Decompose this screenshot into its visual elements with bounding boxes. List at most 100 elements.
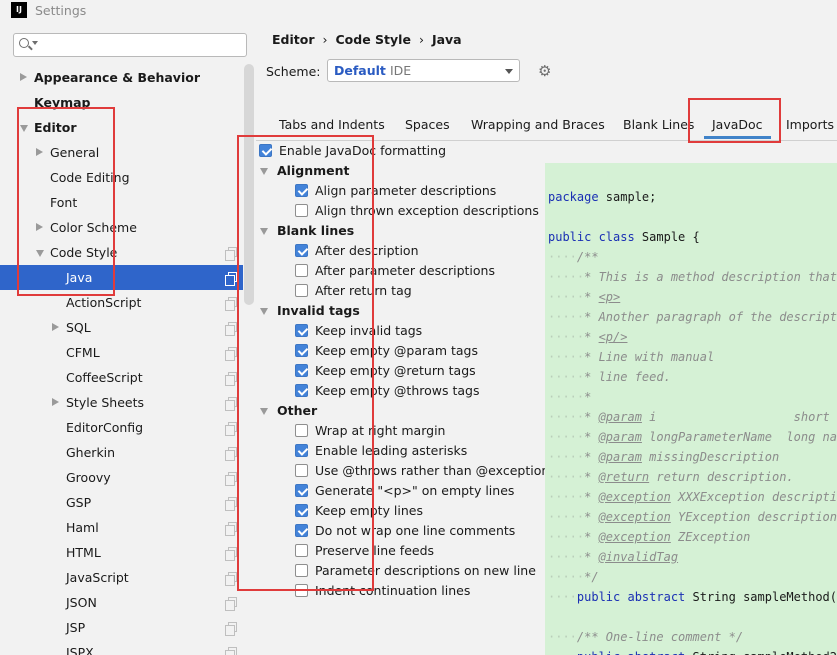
- sidebar-item-gherkin[interactable]: Gherkin: [0, 440, 243, 465]
- code-line: ·····*/: [548, 567, 599, 587]
- code-token: @invalidTag: [598, 550, 679, 564]
- code-token: ·····: [548, 410, 585, 424]
- intellij-app-icon: IJ: [11, 2, 27, 18]
- project-scope-icon: [225, 647, 237, 655]
- code-line: ·····* Another paragraph of the descript…: [548, 307, 837, 327]
- project-scope-icon: [225, 397, 237, 411]
- sidebar-item-haml[interactable]: Haml: [0, 515, 243, 540]
- code-token: @exception: [598, 510, 671, 524]
- tab-blank-lines[interactable]: Blank Lines: [623, 117, 694, 132]
- code-token: /** One-line comment */: [576, 630, 744, 644]
- sidebar-item-editorconfig[interactable]: EditorConfig: [0, 415, 243, 440]
- annotation-box-javadoc-tab: [688, 98, 781, 143]
- code-token: ·····: [548, 490, 585, 504]
- sidebar-item-label: Haml: [66, 520, 99, 535]
- code-line: ·····* @param longParameterName long nam…: [548, 427, 837, 447]
- sidebar-item-label: CFML: [66, 345, 100, 360]
- sidebar-item-coffeescript[interactable]: CoffeeScript: [0, 365, 243, 390]
- breadcrumb-java[interactable]: Java: [432, 32, 462, 47]
- code-line: ·····* @param i short nam: [548, 407, 837, 427]
- settings-search-input[interactable]: [13, 33, 247, 57]
- sidebar-item-json[interactable]: JSON: [0, 590, 243, 615]
- search-history-dropdown-icon[interactable]: [32, 41, 38, 45]
- code-line: ·····* @param missingDescription: [548, 447, 779, 467]
- scheme-value-suffix: IDE: [390, 63, 412, 78]
- code-token: Sample {: [634, 230, 700, 244]
- code-token: package: [548, 190, 599, 204]
- chevron-right-icon[interactable]: [52, 398, 59, 406]
- tab-tabs-and-indents[interactable]: Tabs and Indents: [279, 117, 385, 132]
- tab-wrapping-and-braces[interactable]: Wrapping and Braces: [471, 117, 605, 132]
- sidebar-item-style-sheets[interactable]: Style Sheets: [0, 390, 243, 415]
- project-scope-icon: [225, 322, 237, 336]
- breadcrumb-separator: ›: [418, 32, 424, 47]
- project-scope-icon: [225, 372, 237, 386]
- sidebar-item-label: JSPX: [66, 645, 94, 655]
- code-line: ·····* <p/>: [548, 327, 627, 347]
- code-token: @param: [598, 410, 642, 424]
- tab-imports[interactable]: Imports: [786, 117, 834, 132]
- code-line: ·····* <p>: [548, 287, 620, 307]
- code-token: ····: [548, 590, 577, 604]
- code-token: *: [584, 490, 599, 504]
- code-token: public abstract: [577, 650, 685, 655]
- code-line: ·····*: [548, 387, 591, 407]
- code-token: String sampleMethod2(): [685, 650, 837, 655]
- code-preview: package sample; public class Sample {····…: [545, 163, 837, 655]
- code-token: @return: [598, 470, 650, 484]
- sidebar-item-html[interactable]: HTML: [0, 540, 243, 565]
- scheme-value: Default: [334, 63, 386, 78]
- search-icon: [19, 38, 29, 48]
- code-token: *: [584, 390, 592, 404]
- code-token: <p>: [598, 290, 621, 304]
- code-token: *: [584, 530, 599, 544]
- code-token: ·····: [548, 390, 585, 404]
- code-token: ····: [548, 650, 577, 655]
- breadcrumb-editor[interactable]: Editor: [272, 32, 315, 47]
- project-scope-icon: [225, 422, 237, 436]
- sidebar-item-jsp[interactable]: JSP: [0, 615, 243, 640]
- code-token: <p/>: [598, 330, 628, 344]
- code-token: @exception: [598, 490, 671, 504]
- sidebar-item-sql[interactable]: SQL: [0, 315, 243, 340]
- code-token: *: [584, 290, 599, 304]
- chevron-right-icon[interactable]: [20, 73, 27, 81]
- breadcrumb-code-style[interactable]: Code Style: [336, 32, 411, 47]
- code-line: ·····* @return return description.: [548, 467, 794, 487]
- tab-spaces[interactable]: Spaces: [405, 117, 450, 132]
- sidebar-item-appearance-behavior[interactable]: Appearance & Behavior: [0, 65, 243, 90]
- sidebar-item-label: JavaScript: [66, 570, 129, 585]
- annotation-box-options: [237, 135, 374, 591]
- project-scope-icon: [225, 272, 237, 286]
- code-token: *: [584, 470, 599, 484]
- code-token: @param: [598, 450, 642, 464]
- code-line: ····/** One-line comment */: [548, 627, 743, 647]
- code-token: String sampleMethod(in: [685, 590, 837, 604]
- sidebar-item-jspx[interactable]: JSPX: [0, 640, 243, 655]
- code-token: public abstract: [576, 590, 686, 604]
- sidebar-item-groovy[interactable]: Groovy: [0, 465, 243, 490]
- chevron-right-icon[interactable]: [52, 323, 59, 331]
- code-token: ····: [548, 630, 577, 644]
- sidebar-item-cfml[interactable]: CFML: [0, 340, 243, 365]
- gear-icon[interactable]: ⚙: [538, 64, 552, 79]
- sidebar-item-label: GSP: [66, 495, 92, 510]
- code-token: @param: [598, 430, 642, 444]
- code-token: ·····: [548, 330, 585, 344]
- code-line: ·····* This is a method description that…: [548, 267, 837, 287]
- code-token: longParameterName long name: [641, 430, 837, 444]
- scheme-dropdown[interactable]: Default IDE: [327, 59, 520, 82]
- project-scope-icon: [225, 547, 237, 561]
- project-scope-icon: [225, 297, 237, 311]
- sidebar-item-javascript[interactable]: JavaScript: [0, 565, 243, 590]
- sidebar-item-gsp[interactable]: GSP: [0, 490, 243, 515]
- project-scope-icon: [225, 522, 237, 536]
- code-token: ·····: [548, 530, 585, 544]
- project-scope-icon: [225, 247, 237, 261]
- code-line: ·····* Line with manual: [548, 347, 714, 367]
- code-token: *: [584, 510, 599, 524]
- code-token: return description.: [649, 470, 794, 484]
- chevron-down-icon: [505, 69, 513, 74]
- code-token: */: [584, 570, 599, 584]
- code-token: ·····: [548, 470, 585, 484]
